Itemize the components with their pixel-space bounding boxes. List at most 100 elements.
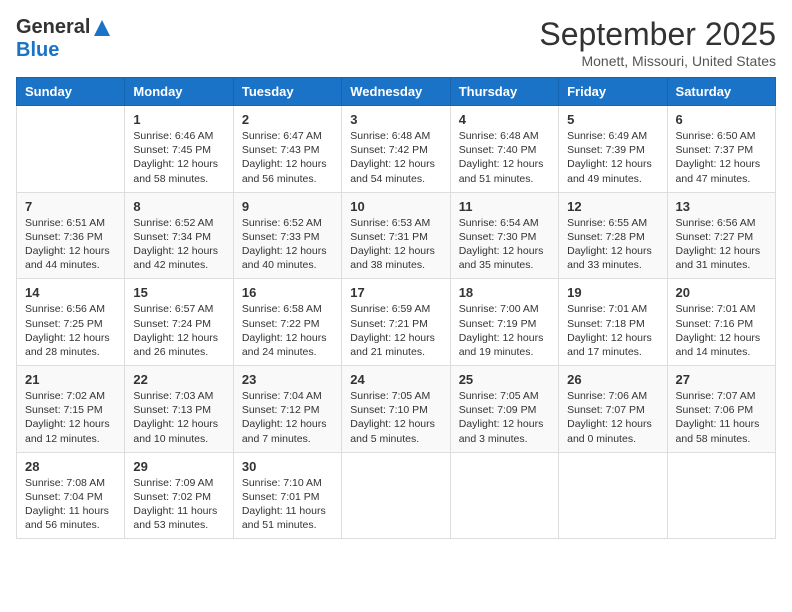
day-number: 1	[133, 112, 224, 127]
calendar-cell	[450, 452, 558, 539]
calendar-cell: 6 Sunrise: 6:50 AMSunset: 7:37 PMDaylight…	[667, 106, 775, 193]
cell-daylight-info: Sunrise: 6:52 AMSunset: 7:33 PMDaylight:…	[242, 216, 333, 273]
calendar-cell: 25 Sunrise: 7:05 AMSunset: 7:09 PMDayligh…	[450, 366, 558, 453]
cell-daylight-info: Sunrise: 7:02 AMSunset: 7:15 PMDaylight:…	[25, 389, 116, 446]
calendar-cell: 26 Sunrise: 7:06 AMSunset: 7:07 PMDayligh…	[559, 366, 667, 453]
calendar-cell: 30 Sunrise: 7:10 AMSunset: 7:01 PMDayligh…	[233, 452, 341, 539]
calendar-cell: 16Sunrise: 6:58 AMSunset: 7:22 PMDayligh…	[233, 279, 341, 366]
calendar-cell: 27Sunrise: 7:07 AMSunset: 7:06 PMDayligh…	[667, 366, 775, 453]
cell-daylight-info: Sunrise: 6:56 AMSunset: 7:25 PMDaylight:…	[25, 302, 116, 359]
cell-daylight-info: Sunrise: 7:00 AMSunset: 7:19 PMDaylight:…	[459, 302, 550, 359]
calendar-week-row: 7 Sunrise: 6:51 AMSunset: 7:36 PMDaylight…	[17, 192, 776, 279]
calendar-cell: 21 Sunrise: 7:02 AMSunset: 7:15 PMDayligh…	[17, 366, 125, 453]
cell-daylight-info: Sunrise: 6:47 AMSunset: 7:43 PMDaylight:…	[242, 129, 333, 186]
day-number: 11	[459, 199, 550, 214]
day-number: 22	[133, 372, 224, 387]
day-number: 17	[350, 285, 441, 300]
day-number: 18	[459, 285, 550, 300]
cell-daylight-info: Sunrise: 7:10 AMSunset: 7:01 PMDaylight:…	[242, 476, 333, 533]
calendar-cell: 14 Sunrise: 6:56 AMSunset: 7:25 PMDayligh…	[17, 279, 125, 366]
location: Monett, Missouri, United States	[539, 53, 776, 69]
calendar-cell: 7 Sunrise: 6:51 AMSunset: 7:36 PMDaylight…	[17, 192, 125, 279]
cell-daylight-info: Sunrise: 7:08 AMSunset: 7:04 PMDaylight:…	[25, 476, 116, 533]
day-number: 15	[133, 285, 224, 300]
cell-daylight-info: Sunrise: 6:46 AMSunset: 7:45 PMDaylight:…	[133, 129, 224, 186]
day-number: 7	[25, 199, 116, 214]
logo-blue: Blue	[16, 39, 59, 62]
cell-daylight-info: Sunrise: 7:05 AMSunset: 7:09 PMDaylight:…	[459, 389, 550, 446]
day-number: 10	[350, 199, 441, 214]
logo-general: General	[16, 16, 90, 39]
day-number: 30	[242, 459, 333, 474]
calendar-cell: 20 Sunrise: 7:01 AMSunset: 7:16 PMDayligh…	[667, 279, 775, 366]
calendar-header-row: SundayMondayTuesdayWednesdayThursdayFrid…	[17, 78, 776, 106]
cell-daylight-info: Sunrise: 7:01 AMSunset: 7:18 PMDaylight:…	[567, 302, 658, 359]
calendar-cell: 10 Sunrise: 6:53 AMSunset: 7:31 PMDayligh…	[342, 192, 450, 279]
calendar-cell: 12Sunrise: 6:55 AMSunset: 7:28 PMDayligh…	[559, 192, 667, 279]
cell-daylight-info: Sunrise: 6:58 AMSunset: 7:22 PMDaylight:…	[242, 302, 333, 359]
calendar-week-row: 1 Sunrise: 6:46 AMSunset: 7:45 PMDaylight…	[17, 106, 776, 193]
day-number: 23	[242, 372, 333, 387]
title-area: September 2025 Monett, Missouri, United …	[539, 16, 776, 69]
day-number: 6	[676, 112, 767, 127]
cell-daylight-info: Sunrise: 6:59 AMSunset: 7:21 PMDaylight:…	[350, 302, 441, 359]
calendar-day-header: Wednesday	[342, 78, 450, 106]
day-number: 28	[25, 459, 116, 474]
day-number: 25	[459, 372, 550, 387]
calendar-cell: 13 Sunrise: 6:56 AMSunset: 7:27 PMDayligh…	[667, 192, 775, 279]
calendar-cell: 11 Sunrise: 6:54 AMSunset: 7:30 PMDayligh…	[450, 192, 558, 279]
day-number: 12	[567, 199, 658, 214]
day-number: 20	[676, 285, 767, 300]
cell-daylight-info: Sunrise: 6:48 AMSunset: 7:42 PMDaylight:…	[350, 129, 441, 186]
day-number: 29	[133, 459, 224, 474]
calendar-cell	[667, 452, 775, 539]
day-number: 27	[676, 372, 767, 387]
cell-daylight-info: Sunrise: 7:06 AMSunset: 7:07 PMDaylight:…	[567, 389, 658, 446]
day-number: 24	[350, 372, 441, 387]
header: General Blue September 2025 Monett, Miss…	[16, 16, 776, 69]
cell-daylight-info: Sunrise: 7:01 AMSunset: 7:16 PMDaylight:…	[676, 302, 767, 359]
day-number: 5	[567, 112, 658, 127]
calendar-week-row: 28 Sunrise: 7:08 AMSunset: 7:04 PMDayligh…	[17, 452, 776, 539]
calendar-cell	[342, 452, 450, 539]
calendar-day-header: Monday	[125, 78, 233, 106]
calendar-cell: 29 Sunrise: 7:09 AMSunset: 7:02 PMDayligh…	[125, 452, 233, 539]
day-number: 8	[133, 199, 224, 214]
cell-daylight-info: Sunrise: 6:52 AMSunset: 7:34 PMDaylight:…	[133, 216, 224, 273]
logo: General Blue	[16, 16, 112, 62]
cell-daylight-info: Sunrise: 6:54 AMSunset: 7:30 PMDaylight:…	[459, 216, 550, 273]
cell-daylight-info: Sunrise: 6:50 AMSunset: 7:37 PMDaylight:…	[676, 129, 767, 186]
calendar-day-header: Saturday	[667, 78, 775, 106]
calendar: SundayMondayTuesdayWednesdayThursdayFrid…	[16, 77, 776, 539]
calendar-cell: 3 Sunrise: 6:48 AMSunset: 7:42 PMDaylight…	[342, 106, 450, 193]
calendar-day-header: Tuesday	[233, 78, 341, 106]
calendar-cell: 19 Sunrise: 7:01 AMSunset: 7:18 PMDayligh…	[559, 279, 667, 366]
calendar-cell: 2 Sunrise: 6:47 AMSunset: 7:43 PMDaylight…	[233, 106, 341, 193]
cell-daylight-info: Sunrise: 7:05 AMSunset: 7:10 PMDaylight:…	[350, 389, 441, 446]
calendar-cell: 23 Sunrise: 7:04 AMSunset: 7:12 PMDayligh…	[233, 366, 341, 453]
day-number: 14	[25, 285, 116, 300]
day-number: 2	[242, 112, 333, 127]
day-number: 13	[676, 199, 767, 214]
cell-daylight-info: Sunrise: 6:53 AMSunset: 7:31 PMDaylight:…	[350, 216, 441, 273]
calendar-cell: 17 Sunrise: 6:59 AMSunset: 7:21 PMDayligh…	[342, 279, 450, 366]
calendar-cell: 8 Sunrise: 6:52 AMSunset: 7:34 PMDaylight…	[125, 192, 233, 279]
cell-daylight-info: Sunrise: 6:49 AMSunset: 7:39 PMDaylight:…	[567, 129, 658, 186]
cell-daylight-info: Sunrise: 7:09 AMSunset: 7:02 PMDaylight:…	[133, 476, 224, 533]
day-number: 26	[567, 372, 658, 387]
calendar-cell	[559, 452, 667, 539]
calendar-day-header: Friday	[559, 78, 667, 106]
day-number: 4	[459, 112, 550, 127]
calendar-cell: 22Sunrise: 7:03 AMSunset: 7:13 PMDayligh…	[125, 366, 233, 453]
calendar-cell	[17, 106, 125, 193]
calendar-week-row: 21 Sunrise: 7:02 AMSunset: 7:15 PMDayligh…	[17, 366, 776, 453]
cell-daylight-info: Sunrise: 6:56 AMSunset: 7:27 PMDaylight:…	[676, 216, 767, 273]
day-number: 21	[25, 372, 116, 387]
calendar-week-row: 14 Sunrise: 6:56 AMSunset: 7:25 PMDayligh…	[17, 279, 776, 366]
day-number: 3	[350, 112, 441, 127]
day-number: 19	[567, 285, 658, 300]
calendar-cell: 4Sunrise: 6:48 AMSunset: 7:40 PMDaylight…	[450, 106, 558, 193]
calendar-cell: 18 Sunrise: 7:00 AMSunset: 7:19 PMDayligh…	[450, 279, 558, 366]
cell-daylight-info: Sunrise: 7:04 AMSunset: 7:12 PMDaylight:…	[242, 389, 333, 446]
cell-daylight-info: Sunrise: 6:51 AMSunset: 7:36 PMDaylight:…	[25, 216, 116, 273]
